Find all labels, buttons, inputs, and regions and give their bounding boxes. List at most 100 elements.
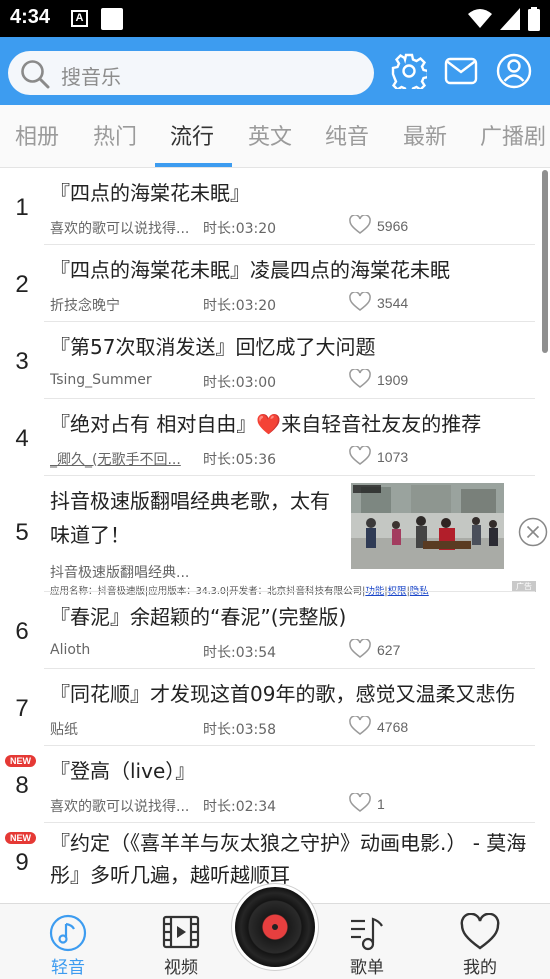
category-tabs: 相册 热门 流行 英文 纯音 最新 广播剧 bbox=[0, 105, 550, 168]
nav-light-music[interactable]: 轻音 bbox=[23, 904, 113, 979]
tab-hot[interactable]: 热门 bbox=[93, 119, 137, 151]
ad-street-scene-image bbox=[351, 483, 504, 569]
now-playing-disc[interactable] bbox=[235, 887, 315, 967]
song-uploader[interactable]: 折技念晚宁 bbox=[50, 295, 120, 315]
ad-image[interactable] bbox=[351, 483, 504, 569]
song-title: 『四点的海棠花未眠』凌晨四点的海棠花未眠 bbox=[50, 258, 450, 282]
gear-icon[interactable] bbox=[391, 53, 427, 89]
notification-square-icon bbox=[101, 8, 123, 30]
song-rank: 8 bbox=[15, 772, 29, 799]
film-icon bbox=[162, 915, 200, 949]
like-count: 5966 bbox=[377, 218, 409, 234]
song-rank: 7 bbox=[15, 695, 29, 722]
status-bar: 4:34 A bbox=[0, 0, 550, 37]
heart-icon[interactable] bbox=[349, 292, 371, 312]
song-title: 『约定（《喜羊羊与灰太狼之守护》动画电影.） - 莫海彤』多听几遍，越听越顺耳 bbox=[50, 831, 527, 887]
song-row[interactable]: 3 『第57次取消发送』回忆成了大问题 Tsing_Summer 时长:03:0… bbox=[0, 322, 550, 399]
song-rank: 2 bbox=[15, 271, 29, 298]
song-uploader[interactable]: _卿久_(无歌手不回... bbox=[50, 449, 181, 469]
song-list[interactable]: 1 『四点的海棠花未眠』 喜欢的歌可以说找得... 时长:03:20 5 9 66 … bbox=[0, 168, 550, 903]
song-rank: 1 bbox=[15, 194, 29, 221]
song-duration: 时长:03:20 bbox=[203, 221, 277, 237]
tab-instrumental[interactable]: 纯音 bbox=[325, 119, 369, 151]
status-icons bbox=[468, 7, 540, 31]
tab-english[interactable]: 英文 bbox=[248, 119, 292, 151]
heart-icon[interactable] bbox=[349, 639, 371, 659]
list-scrollbar[interactable] bbox=[542, 170, 548, 353]
status-time: 4:34 bbox=[10, 6, 51, 28]
nav-label: 视频 bbox=[164, 958, 198, 978]
song-title: 『四点的海棠花未眠』 bbox=[50, 181, 250, 205]
song-duration: 时长:02:34 bbox=[203, 799, 277, 815]
heart-icon bbox=[460, 913, 500, 950]
song-row[interactable]: 6 『春泥』余超颖的“春泥”(完整版) Alioth 时长:03:54 627 bbox=[0, 592, 550, 669]
like-count: 4768 bbox=[377, 719, 409, 735]
heart-icon[interactable] bbox=[349, 793, 371, 813]
like-count: 1073 bbox=[377, 449, 409, 465]
signal-icon bbox=[500, 8, 520, 30]
song-title: 『第57次取消发送』回忆成了大问题 bbox=[50, 335, 376, 359]
mail-icon[interactable] bbox=[444, 53, 478, 89]
song-row[interactable]: 1 『四点的海棠花未眠』 喜欢的歌可以说找得... 时长:03:20 5966 bbox=[0, 168, 550, 245]
song-row[interactable]: 4 『绝对占有 相对自由』❤️来自轻音社友友的推荐 _卿久_(无歌手不回... … bbox=[0, 399, 550, 476]
song-rank: 6 bbox=[15, 618, 29, 645]
wifi-icon bbox=[468, 9, 492, 28]
disc-spindle-icon bbox=[272, 924, 278, 930]
like-count: 627 bbox=[377, 642, 401, 658]
tab-radio-drama[interactable]: 广播剧 bbox=[480, 119, 546, 151]
song-rank: 4 bbox=[15, 425, 29, 452]
nav-video[interactable]: 视频 bbox=[136, 904, 226, 979]
song-row[interactable]: 7 『同花顺』才发现这首09年的歌，感觉又温柔又悲伤 贴纸 时长:03:58 4… bbox=[0, 669, 550, 746]
nav-mine[interactable]: 我的 bbox=[435, 904, 525, 979]
search-bar[interactable]: 搜音乐 bbox=[8, 51, 374, 95]
song-title: 『绝对占有 相对自由』❤️来自轻音社友友的推荐 bbox=[50, 412, 482, 436]
playlist-icon bbox=[351, 917, 383, 951]
heart-icon[interactable] bbox=[349, 215, 371, 235]
ad-title[interactable]: 抖音极速版翻唱经典老歌，太有味道了！ bbox=[50, 484, 340, 552]
song-duration: 时长:03:58 bbox=[203, 722, 277, 738]
close-ad-icon[interactable] bbox=[518, 517, 548, 547]
song-row[interactable]: 2 『四点的海棠花未眠』凌晨四点的海棠花未眠 折技念晚宁 时长:03:20 35… bbox=[0, 245, 550, 322]
song-title: 『同花顺』才发现这首09年的歌，感觉又温柔又悲伤 bbox=[50, 682, 516, 706]
new-badge: NEW bbox=[5, 832, 36, 844]
song-rank: 3 bbox=[15, 348, 29, 375]
tab-album[interactable]: 相册 bbox=[15, 119, 59, 151]
heart-icon[interactable] bbox=[349, 446, 371, 466]
song-uploader[interactable]: 喜欢的歌可以说找得... bbox=[50, 796, 189, 816]
song-uploader[interactable]: Tsing_Summer bbox=[50, 372, 152, 388]
tab-active-indicator bbox=[155, 163, 232, 167]
search-input[interactable]: 搜音乐 bbox=[61, 61, 121, 90]
nav-label: 歌单 bbox=[350, 958, 384, 978]
song-title: 『春泥』余超颖的“春泥”(完整版) bbox=[50, 605, 347, 629]
song-duration: 时长:05:36 bbox=[203, 452, 277, 468]
song-duration: 时长:03:20 bbox=[203, 298, 277, 314]
heart-icon[interactable] bbox=[349, 716, 371, 736]
song-uploader[interactable]: Alioth bbox=[50, 642, 90, 658]
top-header: 搜音乐 bbox=[0, 37, 550, 105]
search-icon bbox=[21, 60, 50, 89]
ad-row[interactable]: 5 抖音极速版翻唱经典老歌，太有味道了！ 抖音极速版翻唱经典... 广告 bbox=[0, 475, 550, 597]
notification-a-icon: A bbox=[71, 10, 88, 27]
song-duration: 时长:03:54 bbox=[203, 645, 277, 661]
tab-pop[interactable]: 流行 bbox=[170, 119, 214, 151]
song-rank: 9 bbox=[15, 849, 29, 876]
song-row[interactable]: NEW 8 『登高（live）』 喜欢的歌可以说找得... 时长:02:34 1 bbox=[0, 746, 550, 823]
like-count: 3544 bbox=[377, 295, 409, 311]
music-note-icon bbox=[49, 914, 87, 952]
tab-latest[interactable]: 最新 bbox=[403, 119, 447, 151]
nav-playlist[interactable]: 歌单 bbox=[322, 904, 412, 979]
like-count: 1909 bbox=[377, 372, 409, 388]
song-title: 『登高（live）』 bbox=[50, 759, 196, 783]
song-duration: 时长:03:00 bbox=[203, 375, 277, 391]
ad-subtitle: 抖音极速版翻唱经典... bbox=[50, 565, 190, 581]
heart-icon[interactable] bbox=[349, 369, 371, 389]
song-uploader[interactable]: 贴纸 bbox=[50, 719, 78, 739]
like-count: 1 bbox=[377, 796, 385, 812]
new-badge: NEW bbox=[5, 755, 36, 767]
user-icon[interactable] bbox=[496, 53, 532, 89]
nav-label: 轻音 bbox=[51, 958, 85, 978]
song-uploader[interactable]: 喜欢的歌可以说找得... bbox=[50, 218, 189, 238]
ad-rank: 5 bbox=[15, 519, 29, 546]
battery-icon bbox=[528, 7, 540, 31]
nav-label: 我的 bbox=[463, 958, 497, 978]
